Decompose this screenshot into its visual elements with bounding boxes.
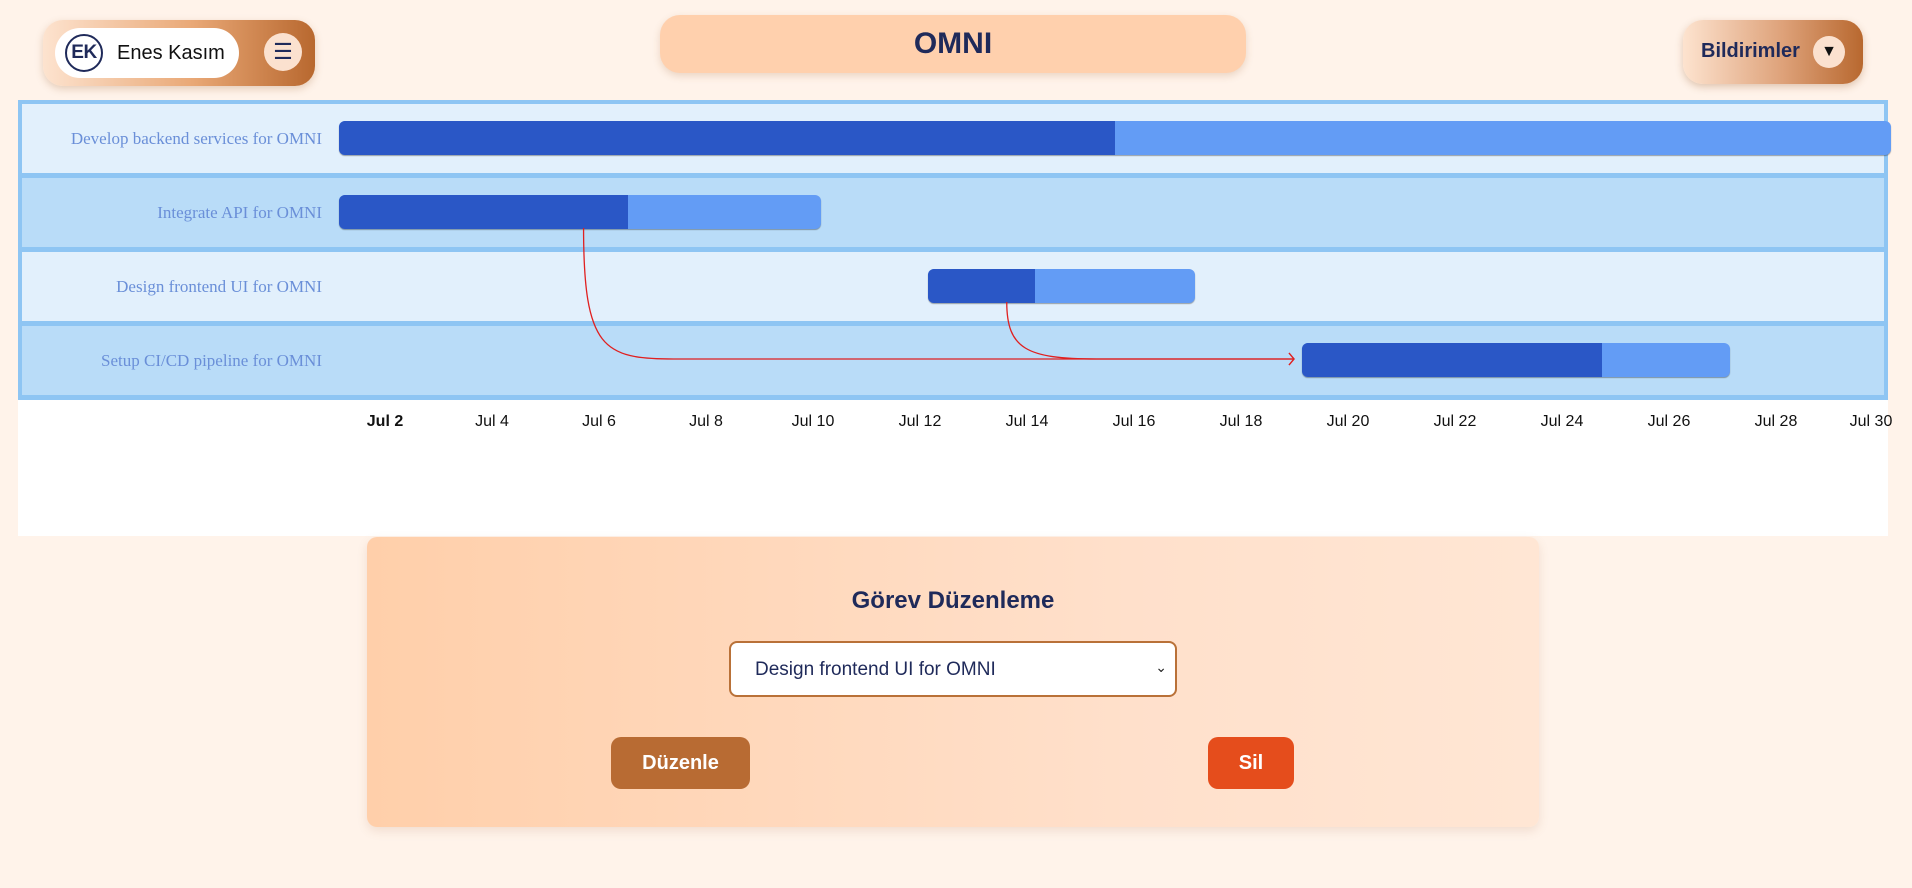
notifications-label: Bildirimler: [1701, 40, 1800, 62]
panel-title: Görev Düzenleme: [851, 587, 1055, 614]
chevron-down-icon: ⌄: [1155, 659, 1167, 675]
app-title: OMNI: [660, 15, 1246, 73]
timeline-tick-label: Jul 16: [1112, 413, 1156, 430]
timeline-tick-label: Jul 4: [475, 413, 509, 430]
dependency-line: [582, 227, 1294, 360]
dependency-line: [1006, 301, 1294, 360]
user-name: Enes Kasım: [117, 41, 225, 64]
timeline-tick-label: Jul 20: [1326, 413, 1370, 430]
timeline-tick-label: Jul 12: [898, 413, 942, 430]
timeline-tick-label: Jul 24: [1540, 413, 1584, 430]
user-profile-pill[interactable]: EK Enes Kasım ☰: [43, 20, 315, 86]
notifications-button[interactable]: Bildirimler ▼: [1683, 20, 1863, 84]
timeline-tick-label: Jul 22: [1433, 413, 1477, 430]
timeline-tick-label: Jul 28: [1754, 413, 1798, 430]
gantt-chart: Develop backend services for OMNI Integra…: [18, 100, 1892, 536]
dependency-arrows: [582, 227, 1295, 366]
timeline-tick-label: Jul 26: [1647, 413, 1691, 430]
timeline-tick-label: Jul 18: [1219, 413, 1263, 430]
timeline-tick-label: Jul 30: [1849, 413, 1893, 430]
avatar: EK: [65, 34, 103, 72]
timeline-tick-label: Jul 14: [1005, 413, 1049, 430]
delete-button[interactable]: Sil: [1208, 737, 1294, 789]
timeline-tick-label: Jul 8: [689, 413, 723, 430]
caret-down-icon[interactable]: ▼: [1813, 36, 1845, 68]
timeline-tick-label: Jul 10: [791, 413, 835, 430]
task-editor-panel: Görev Düzenleme Design frontend UI for O…: [367, 537, 1539, 827]
hamburger-menu-icon[interactable]: ☰: [264, 33, 302, 71]
timeline-tick-label: Jul 2: [366, 413, 404, 430]
task-select[interactable]: Design frontend UI for OMNI ⌄: [729, 641, 1177, 697]
timeline-tick-label: Jul 6: [582, 413, 616, 430]
task-select-value: Design frontend UI for OMNI: [755, 659, 996, 680]
user-chip[interactable]: EK Enes Kasım: [55, 28, 239, 78]
edit-button[interactable]: Düzenle: [611, 737, 750, 789]
